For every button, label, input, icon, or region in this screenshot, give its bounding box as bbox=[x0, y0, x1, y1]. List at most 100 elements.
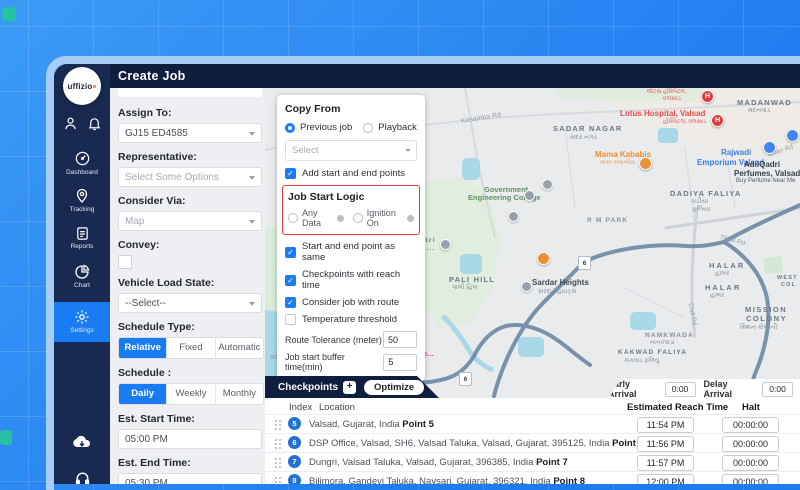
sidebar-item-dashboard[interactable]: Dashboard bbox=[54, 150, 110, 176]
table-row: 5 Valsad, Gujarat, India Point 5 11:54 P… bbox=[265, 414, 800, 433]
sidebar-item-tracking[interactable]: Tracking bbox=[54, 188, 110, 213]
location-text: Dungri, Valsad Taluka, Valsad, Gujarat, … bbox=[309, 457, 568, 468]
consider-via-select[interactable]: Map bbox=[118, 211, 262, 231]
consider-via-label: Consider Via: bbox=[118, 195, 265, 207]
sidebar-item-reports[interactable]: Reports bbox=[54, 226, 110, 250]
delay-arrival-input[interactable]: 0:00 bbox=[762, 382, 793, 397]
copy-from-title: Copy From bbox=[285, 103, 417, 115]
copy-from-panel: Copy From Previous job Playback Select ✓… bbox=[277, 95, 425, 381]
sidebar-item-chart[interactable]: Chart bbox=[54, 264, 110, 289]
brand-dot-icon bbox=[93, 85, 96, 88]
page-title: Create Job bbox=[118, 69, 186, 83]
est-start-input[interactable]: 05:00 PM bbox=[118, 429, 262, 449]
copy-from-select[interactable]: Select bbox=[285, 140, 417, 161]
schedule-type-relative[interactable]: Relative bbox=[119, 338, 167, 358]
map[interactable]: Kosamba RdSADAR NAGARસદર નગરMADANWADમદનવ… bbox=[265, 88, 800, 398]
option-row[interactable]: ✓ Start and end point as same bbox=[285, 241, 417, 263]
drag-handle-icon[interactable] bbox=[275, 420, 277, 422]
playback-label: Playback bbox=[378, 122, 417, 133]
map-marker-icon: 6 bbox=[459, 372, 472, 386]
option-checkbox[interactable]: ✓ bbox=[285, 275, 296, 286]
assign-to-select[interactable]: GJ15 ED4585 bbox=[118, 123, 262, 143]
job-start-logic-title: Job Start Logic bbox=[288, 191, 414, 203]
schedule-label: Schedule : bbox=[118, 367, 265, 379]
reach-time-input[interactable]: 11:54 PM bbox=[637, 417, 694, 433]
map-label: R M PARK bbox=[587, 217, 628, 224]
previous-job-radio[interactable] bbox=[285, 123, 295, 133]
halt-input[interactable]: 00:00:00 bbox=[722, 474, 779, 485]
map-marker-icon: H bbox=[701, 90, 714, 103]
table-row: 7 Dungri, Valsad Taluka, Valsad, Gujarat… bbox=[265, 452, 800, 471]
early-arrival-input[interactable]: 0:00 bbox=[665, 382, 696, 397]
table-row: 8 Bilimora, Gandevi Taluka, Navsari, Guj… bbox=[265, 471, 800, 484]
map-label: WEST R bbox=[777, 275, 800, 281]
map-label: મદનવાડ bbox=[748, 107, 770, 115]
buffer-time-input[interactable]: 5 bbox=[383, 354, 417, 371]
route-tolerance-input[interactable]: 50 bbox=[383, 331, 417, 348]
add-points-row[interactable]: ✓ Add start and end points bbox=[285, 168, 417, 179]
map-label: સદર નગર bbox=[570, 134, 597, 142]
option-checkbox[interactable]: ✓ bbox=[285, 247, 296, 258]
chevron-down-icon bbox=[249, 220, 255, 224]
ignition-on-radio[interactable] bbox=[353, 213, 363, 223]
reach-time-input[interactable]: 11:56 PM bbox=[637, 436, 694, 452]
create-job-form: Assign To: GJ15 ED4585 Representative: S… bbox=[110, 88, 265, 484]
cloud-download-icon[interactable] bbox=[54, 434, 110, 450]
reach-time-header: Estimated Reach Time bbox=[627, 402, 728, 413]
app-header: Create Job bbox=[54, 64, 800, 88]
partial-input[interactable] bbox=[118, 88, 262, 97]
headset-icon[interactable] bbox=[54, 470, 110, 484]
table-header: Index Location Estimated Reach Time Halt bbox=[265, 398, 800, 414]
map-marker-icon bbox=[542, 179, 553, 190]
map-label: KAKWAD FALIYA bbox=[618, 349, 687, 356]
option-row[interactable]: ✓ Consider job with route bbox=[285, 297, 417, 308]
bell-icon[interactable] bbox=[87, 116, 102, 136]
map-marker-icon bbox=[440, 239, 451, 250]
schedule-monthly[interactable]: Monthly bbox=[216, 384, 263, 404]
brand-logo: uffizio bbox=[63, 67, 101, 105]
schedule-type-automatic[interactable]: Automatic bbox=[216, 338, 263, 358]
halt-input[interactable]: 00:00:00 bbox=[722, 436, 779, 452]
reach-time-input[interactable]: 11:57 PM bbox=[637, 455, 694, 471]
user-icon[interactable] bbox=[63, 116, 78, 136]
sidebar-item-settings[interactable]: Settings bbox=[54, 302, 110, 342]
drag-handle-icon[interactable] bbox=[275, 458, 277, 460]
halt-input[interactable]: 00:00:00 bbox=[722, 417, 779, 433]
index-header: Index bbox=[289, 402, 312, 413]
halt-input[interactable]: 00:00:00 bbox=[722, 455, 779, 471]
drag-handle-icon[interactable] bbox=[275, 439, 277, 441]
chevron-down-icon bbox=[249, 302, 255, 306]
schedule-segment: Daily Weekly Monthly bbox=[118, 383, 264, 405]
est-end-input[interactable]: 05:30 PM bbox=[118, 473, 262, 484]
info-dot-icon bbox=[407, 215, 414, 222]
option-row[interactable]: ✓ Checkpoints with reach time bbox=[285, 269, 417, 291]
map-label: SADAR NAGAR bbox=[553, 124, 622, 133]
optimize-button[interactable]: Optimize bbox=[364, 380, 424, 395]
previous-job-label: Previous job bbox=[300, 122, 352, 133]
buffer-time-label: Job start buffer time(min) bbox=[285, 352, 383, 372]
option-checkbox[interactable] bbox=[285, 314, 296, 325]
drag-handle-icon[interactable] bbox=[275, 477, 277, 479]
convey-checkbox[interactable] bbox=[118, 255, 132, 269]
map-marker-icon bbox=[786, 129, 799, 142]
map-label: MADANWAD bbox=[737, 98, 792, 107]
map-marker-icon: 6 bbox=[578, 256, 591, 270]
schedule-type-fixed[interactable]: Fixed bbox=[167, 338, 215, 358]
map-label: MISSION bbox=[745, 305, 787, 314]
vehicle-load-select[interactable]: --Select-- bbox=[118, 293, 262, 313]
playback-radio[interactable] bbox=[363, 123, 373, 133]
option-row[interactable]: Temperature threshold bbox=[285, 314, 417, 325]
option-checkbox[interactable]: ✓ bbox=[285, 297, 296, 308]
schedule-weekly[interactable]: Weekly bbox=[167, 384, 215, 404]
reach-time-input[interactable]: 12:00 PM bbox=[637, 474, 694, 485]
index-badge: 6 bbox=[288, 436, 301, 449]
map-marker-icon bbox=[763, 141, 776, 154]
schedule-daily[interactable]: Daily bbox=[119, 384, 167, 404]
any-data-radio[interactable] bbox=[288, 213, 298, 223]
delay-arrival-label: Delay Arrival bbox=[704, 379, 759, 398]
map-label: COL bbox=[781, 282, 796, 288]
representative-select[interactable]: Select Some Options bbox=[118, 167, 262, 187]
index-badge: 7 bbox=[288, 455, 301, 468]
add-points-checkbox[interactable]: ✓ bbox=[285, 168, 296, 179]
add-checkpoint-button[interactable]: + bbox=[343, 381, 356, 394]
